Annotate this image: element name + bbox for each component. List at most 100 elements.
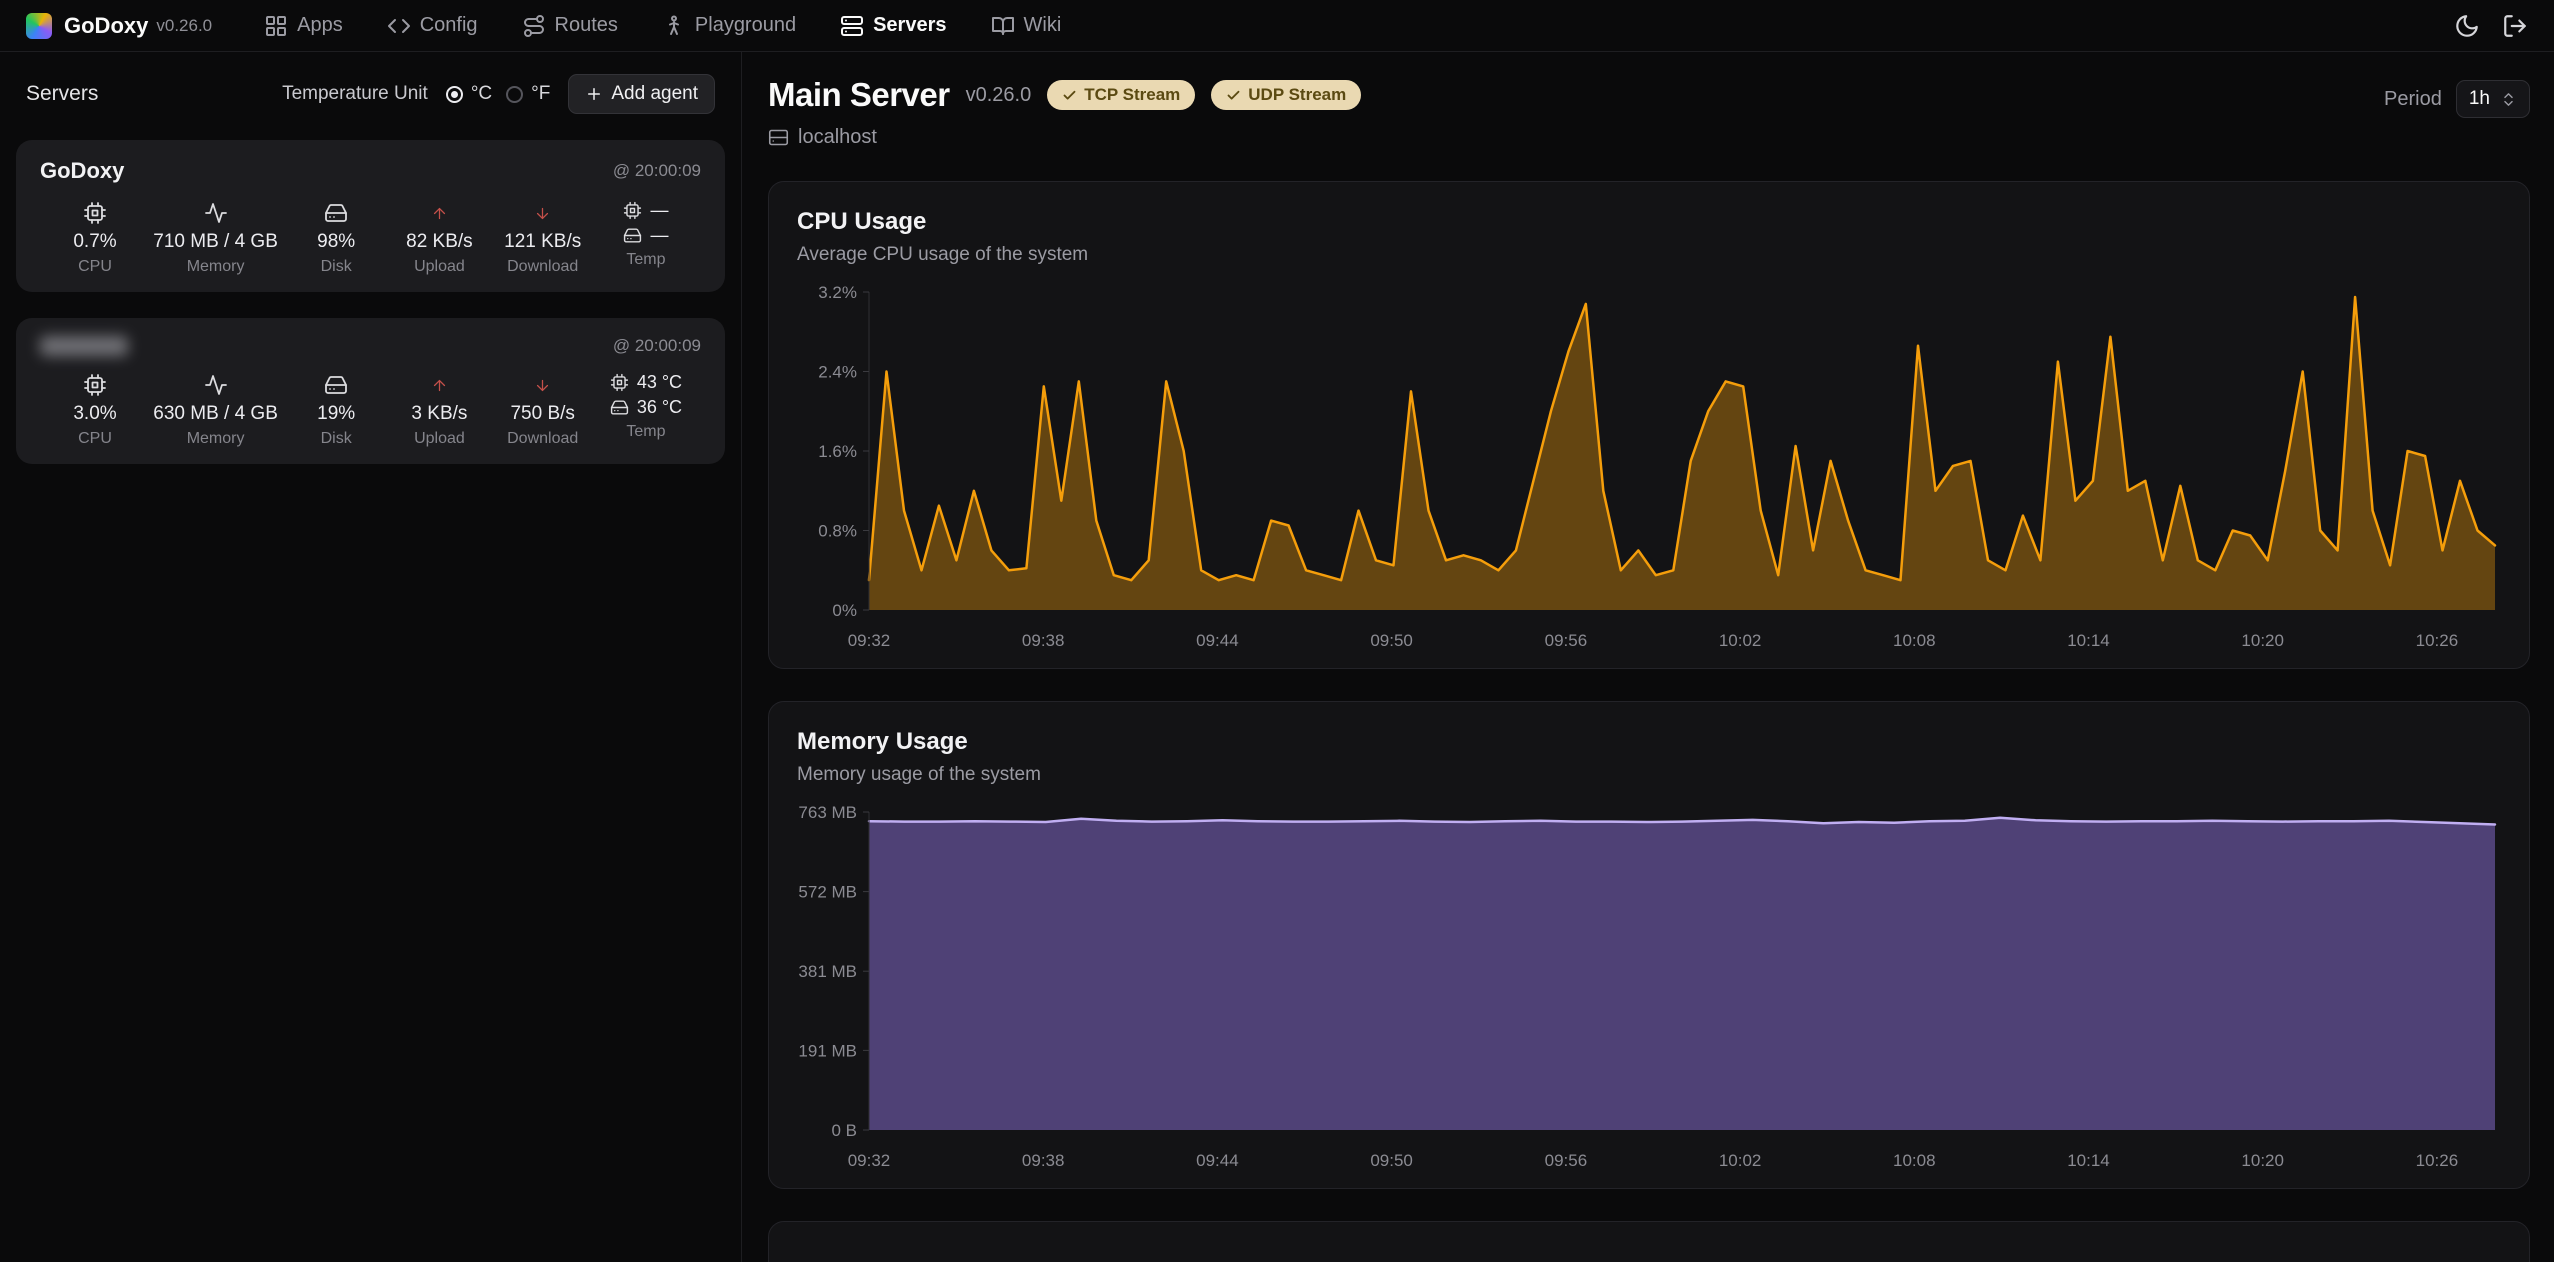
sidebar-title: Servers	[26, 82, 98, 106]
server-icon	[840, 14, 864, 38]
page-title: Main Server	[768, 76, 950, 114]
svg-text:09:32: 09:32	[848, 1151, 891, 1170]
memory-label: Memory	[187, 430, 245, 448]
temperature-unit-radio-group: °C °F	[446, 83, 551, 105]
radio-celsius[interactable]	[446, 86, 463, 103]
add-agent-button[interactable]: Add agent	[568, 74, 715, 114]
navbar-right	[2454, 13, 2528, 39]
svg-text:1.6%: 1.6%	[818, 442, 857, 461]
hard-drive-icon	[324, 200, 348, 226]
svg-text:572 MB: 572 MB	[798, 883, 857, 902]
server-metrics-row: 0.7% CPU 710 MB / 4 GB Memory 98% Disk 8…	[40, 200, 701, 276]
cpu-usage-chart: 3.2%2.4%1.6%0.8%0%09:3209:3809:4409:5009…	[797, 282, 2501, 654]
metric-download: 750 B/s Download	[498, 372, 588, 448]
svg-text:09:50: 09:50	[1370, 1151, 1413, 1170]
temp-disk-row: —	[623, 225, 668, 246]
logout-icon	[2502, 13, 2528, 39]
download-arrow-icon	[534, 372, 551, 398]
radio-option-celsius[interactable]: °C	[446, 83, 492, 105]
period-value: 1h	[2469, 88, 2490, 110]
nav-item-servers[interactable]: Servers	[840, 14, 946, 38]
upload-value: 82 KB/s	[406, 231, 473, 253]
metric-memory: 630 MB / 4 GB Memory	[153, 372, 278, 448]
nav-item-wiki[interactable]: Wiki	[991, 14, 1062, 38]
udp-stream-badge: UDP Stream	[1211, 80, 1361, 110]
server-card-second[interactable]: @ 20:00:09 3.0% CPU 630 MB / 4 GB Memory…	[16, 318, 725, 464]
theme-toggle-button[interactable]	[2454, 13, 2480, 39]
temp-label: Temp	[626, 423, 665, 441]
server-version: v0.26.0	[966, 84, 1032, 107]
cpu-chip-icon	[83, 372, 107, 398]
server-card-godoxy[interactable]: GoDoxy @ 20:00:09 0.7% CPU 710 MB / 4 GB…	[16, 140, 725, 292]
metric-memory: 710 MB / 4 GB Memory	[153, 200, 278, 276]
radio-option-fahrenheit[interactable]: °F	[506, 83, 550, 105]
nav-label-routes: Routes	[555, 14, 618, 37]
period-group: Period 1h	[2384, 80, 2530, 118]
svg-text:09:44: 09:44	[1196, 1151, 1239, 1170]
svg-text:09:32: 09:32	[848, 631, 891, 650]
main-header: Main Server v0.26.0 TCP Stream UDP Strea…	[768, 76, 2530, 149]
metric-upload: 82 KB/s Upload	[394, 200, 484, 276]
activity-icon	[204, 372, 228, 398]
cpu-chart-subtitle: Average CPU usage of the system	[797, 244, 2501, 266]
celsius-label: °C	[471, 83, 492, 105]
temp-disk-row: 36 °C	[610, 397, 682, 418]
radio-fahrenheit[interactable]	[506, 86, 523, 103]
svg-text:10:08: 10:08	[1893, 631, 1936, 650]
host-name: localhost	[798, 126, 877, 149]
svg-text:10:20: 10:20	[2241, 631, 2284, 650]
metric-disk: 98% Disk	[291, 200, 381, 276]
nav-item-config[interactable]: Config	[387, 14, 478, 38]
download-label: Download	[507, 258, 578, 276]
svg-text:381 MB: 381 MB	[798, 962, 857, 981]
svg-text:3.2%: 3.2%	[818, 283, 857, 302]
memory-value: 630 MB / 4 GB	[153, 403, 278, 425]
disk-label: Disk	[321, 430, 352, 448]
next-chart-card-partial	[768, 1221, 2530, 1262]
hard-drive-icon	[610, 398, 629, 417]
cpu-chip-icon	[623, 201, 642, 220]
download-arrow-icon	[534, 200, 551, 226]
udp-stream-label: UDP Stream	[1248, 85, 1346, 105]
nav-item-apps[interactable]: Apps	[264, 14, 343, 38]
memory-label: Memory	[187, 258, 245, 276]
temp-cpu-value: 43 °C	[637, 372, 682, 393]
temp-cpu-row: 43 °C	[610, 372, 682, 393]
metric-temp: — — Temp	[601, 200, 691, 276]
metric-cpu: 3.0% CPU	[50, 372, 140, 448]
svg-text:10:14: 10:14	[2067, 1151, 2110, 1170]
svg-text:0 B: 0 B	[831, 1121, 857, 1140]
metric-upload: 3 KB/s Upload	[394, 372, 484, 448]
nav-label-config: Config	[420, 14, 478, 37]
period-select[interactable]: 1h	[2456, 80, 2530, 118]
memory-chart-subtitle: Memory usage of the system	[797, 764, 2501, 786]
svg-text:2.4%: 2.4%	[818, 363, 857, 382]
cpu-chart-title: CPU Usage	[797, 208, 2501, 236]
metric-download: 121 KB/s Download	[498, 200, 588, 276]
nav-item-playground[interactable]: Playground	[662, 14, 796, 38]
plus-icon	[585, 85, 603, 103]
upload-arrow-icon	[431, 200, 448, 226]
tcp-stream-badge: TCP Stream	[1047, 80, 1195, 110]
main-header-left: Main Server v0.26.0 TCP Stream UDP Strea…	[768, 76, 1361, 149]
cpu-label: CPU	[78, 430, 112, 448]
main-nav: Apps Config Routes Playground Servers Wi…	[264, 14, 1061, 38]
svg-text:10:08: 10:08	[1893, 1151, 1936, 1170]
disk-label: Disk	[321, 258, 352, 276]
memory-value: 710 MB / 4 GB	[153, 231, 278, 253]
page-layout: Servers Temperature Unit °C °F Add agent	[0, 52, 2554, 1262]
cpu-label: CPU	[78, 258, 112, 276]
upload-label: Upload	[414, 430, 465, 448]
cpu-value: 0.7%	[73, 231, 116, 253]
add-agent-label: Add agent	[611, 83, 698, 105]
check-icon	[1062, 88, 1077, 103]
fahrenheit-label: °F	[531, 83, 550, 105]
nav-item-routes[interactable]: Routes	[522, 14, 618, 38]
logout-button[interactable]	[2502, 13, 2528, 39]
download-value: 750 B/s	[510, 403, 574, 425]
person-icon	[662, 14, 686, 38]
svg-text:10:02: 10:02	[1719, 631, 1762, 650]
main-content: Main Server v0.26.0 TCP Stream UDP Strea…	[742, 52, 2554, 1262]
svg-text:10:26: 10:26	[2416, 631, 2459, 650]
servers-sidebar: Servers Temperature Unit °C °F Add agent	[0, 52, 742, 1262]
